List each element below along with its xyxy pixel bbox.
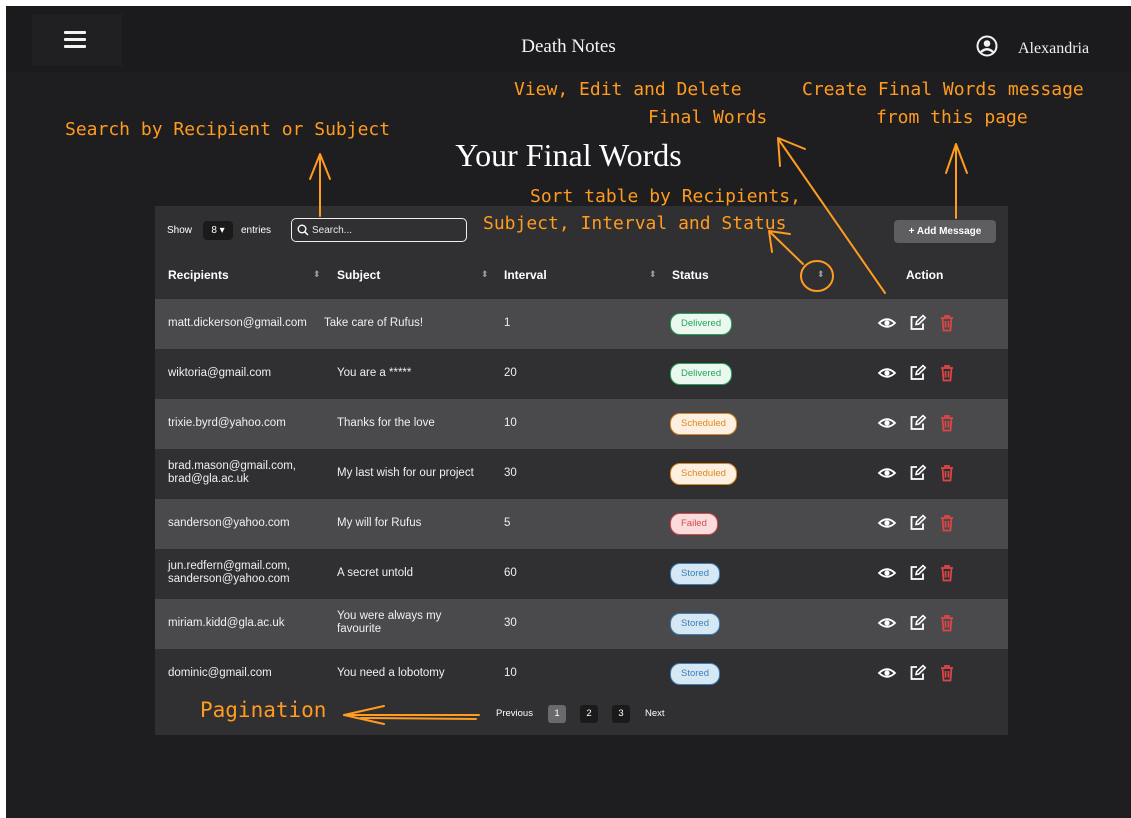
sort-arrow	[769, 231, 804, 265]
annotation-arrows	[309, 137, 968, 725]
sort-highlight-circle	[800, 260, 834, 292]
actions-arrowhead	[777, 137, 806, 167]
app-frame: Death Notes Alexandria Your Final Words …	[6, 6, 1131, 818]
pagination-arrow-stroke	[360, 717, 477, 720]
